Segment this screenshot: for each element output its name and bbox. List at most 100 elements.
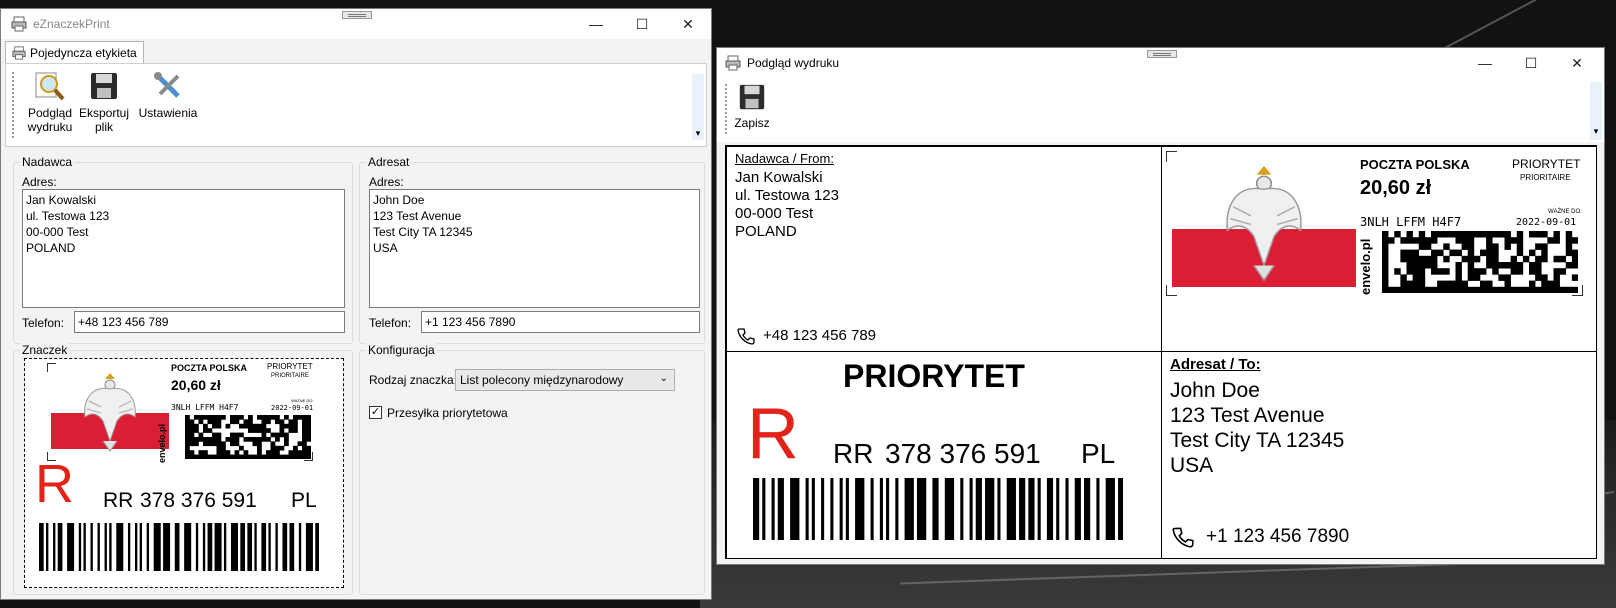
datamatrix-module: [1443, 255, 1450, 263]
datamatrix-module: [1473, 286, 1481, 294]
stamp-code: 3NLH LFFM H4F7: [171, 403, 239, 412]
print-preview-button[interactable]: Podgląd wydruku: [22, 70, 78, 134]
close-button[interactable]: ✕: [665, 9, 711, 39]
main-titlebar[interactable]: eZnaczekPrint — ☐ ✕: [1, 9, 711, 39]
sender-phone-field[interactable]: +48 123 456 789: [74, 311, 345, 333]
barcode-bar: [127, 523, 131, 571]
preview-toolbar: Zapisz ▾: [717, 78, 1604, 142]
datamatrix-module: [275, 454, 280, 460]
datamatrix-module: [1510, 255, 1518, 263]
datamatrix-module: [1486, 231, 1493, 238]
toolbar-grip[interactable]: [725, 84, 729, 134]
datamatrix-module: [194, 423, 199, 429]
datamatrix-module: [1529, 280, 1536, 288]
toolbar-overflow-icon[interactable]: ▾: [692, 74, 704, 140]
maximize-button[interactable]: ☐: [1508, 48, 1554, 78]
datamatrix-module: [257, 437, 262, 442]
barcode-bar: [153, 523, 161, 571]
barcode-bar: [163, 523, 171, 571]
datamatrix-module: [1486, 262, 1493, 269]
stamp-type-dropdown[interactable]: List polecony międzynarodowy ⌄: [455, 369, 675, 391]
recipient-address-field[interactable]: John Doe 123 Test Avenue Test City TA 12…: [369, 189, 700, 308]
recipient-phone: +1 123 456 7890: [1206, 526, 1350, 547]
toolbar-grip[interactable]: [12, 72, 16, 138]
datamatrix-module: [243, 423, 249, 429]
export-file-button[interactable]: Eksportuj plik: [78, 70, 130, 134]
resize-grip[interactable]: [1147, 50, 1177, 58]
datamatrix-module: [185, 454, 190, 460]
datamatrix-module: [1455, 262, 1462, 269]
barcode-bar: [109, 523, 112, 571]
registration-prefix: RR: [103, 489, 134, 512]
recipient-phone-field[interactable]: +1 123 456 7890: [421, 311, 700, 333]
recipient-line: John Doe: [1170, 379, 1260, 402]
datamatrix-module: [1516, 231, 1524, 238]
datamatrix-module: [306, 432, 312, 438]
datamatrix-module: [1400, 286, 1407, 294]
maximize-button[interactable]: ☐: [619, 9, 665, 39]
datamatrix-module: [302, 441, 307, 447]
registration-number: 378 376 591: [885, 438, 1041, 469]
datamatrix-module: [288, 428, 294, 433]
datamatrix-module: [1486, 255, 1493, 263]
datamatrix-module: [302, 450, 307, 455]
datamatrix-module: [1473, 255, 1481, 263]
stamp-priority-title: PRIORYTET: [1512, 157, 1581, 171]
export-label-1: Eksportuj: [78, 106, 130, 120]
sender-address-field[interactable]: Jan Kowalski ul. Testowa 123 00-000 Test…: [22, 189, 345, 308]
datamatrix-module: [284, 437, 289, 442]
datamatrix-module: [185, 441, 190, 447]
barcode-bar: [975, 478, 982, 540]
datamatrix-module: [1498, 262, 1505, 269]
datamatrix-module: [293, 445, 298, 451]
datamatrix-module: [306, 437, 312, 442]
preview-window: Podgląd wydruku — ☐ ✕ Zapisz ▾ Nadawca /…: [716, 47, 1605, 565]
stamp-valid-label: WAŻNE DO:: [291, 398, 314, 403]
datamatrix-module: [216, 419, 222, 425]
datamatrix-module: [1443, 268, 1450, 275]
datamatrix-module: [234, 419, 240, 425]
barcode-bar: [78, 523, 82, 571]
datamatrix-module: [1418, 243, 1426, 250]
tab-single-label[interactable]: Pojedyncza etykieta: [5, 41, 144, 64]
datamatrix-module: [185, 450, 190, 455]
datamatrix-module: [234, 441, 240, 447]
datamatrix-module: [1394, 268, 1401, 275]
datamatrix-module: [293, 428, 298, 433]
priority-checkbox[interactable]: ✓: [369, 406, 382, 419]
barcode-bar: [1037, 478, 1041, 540]
datamatrix-module: [1504, 286, 1511, 294]
close-button[interactable]: ✕: [1554, 48, 1600, 78]
save-button[interactable]: Zapisz: [731, 82, 773, 130]
preview-titlebar[interactable]: Podgląd wydruku — ☐ ✕: [717, 48, 1604, 78]
datamatrix-module: [270, 432, 276, 438]
datamatrix-module: [248, 428, 253, 433]
datamatrix-module: [1571, 286, 1579, 294]
datamatrix-module: [293, 454, 298, 460]
toolbar-overflow-icon[interactable]: ▾: [1590, 82, 1602, 140]
datamatrix-module: [1565, 231, 1573, 238]
datamatrix-module: [1486, 249, 1493, 257]
datamatrix-module: [257, 415, 262, 420]
datamatrix-module: [1498, 231, 1505, 238]
datamatrix-module: [293, 419, 298, 425]
datamatrix-module: [234, 415, 240, 420]
datamatrix-module: [230, 441, 235, 447]
datamatrix-module: [1461, 237, 1469, 244]
resize-grip[interactable]: [342, 11, 372, 19]
barcode-bar: [214, 523, 222, 571]
datamatrix-module: [221, 415, 226, 420]
datamatrix-module: [1382, 280, 1389, 288]
barcode-bar: [195, 523, 199, 571]
minimize-button[interactable]: —: [1462, 48, 1508, 78]
settings-button[interactable]: Ustawienia: [136, 70, 200, 120]
datamatrix-module: [288, 419, 294, 425]
datamatrix-module: [1418, 255, 1426, 263]
barcode-bar: [1046, 478, 1054, 540]
barcode-bar: [805, 478, 809, 540]
datamatrix-module: [189, 441, 195, 447]
datamatrix-module: [1467, 286, 1475, 294]
datamatrix-module: [270, 415, 276, 420]
datamatrix-module: [1400, 280, 1407, 288]
minimize-button[interactable]: —: [573, 9, 619, 39]
